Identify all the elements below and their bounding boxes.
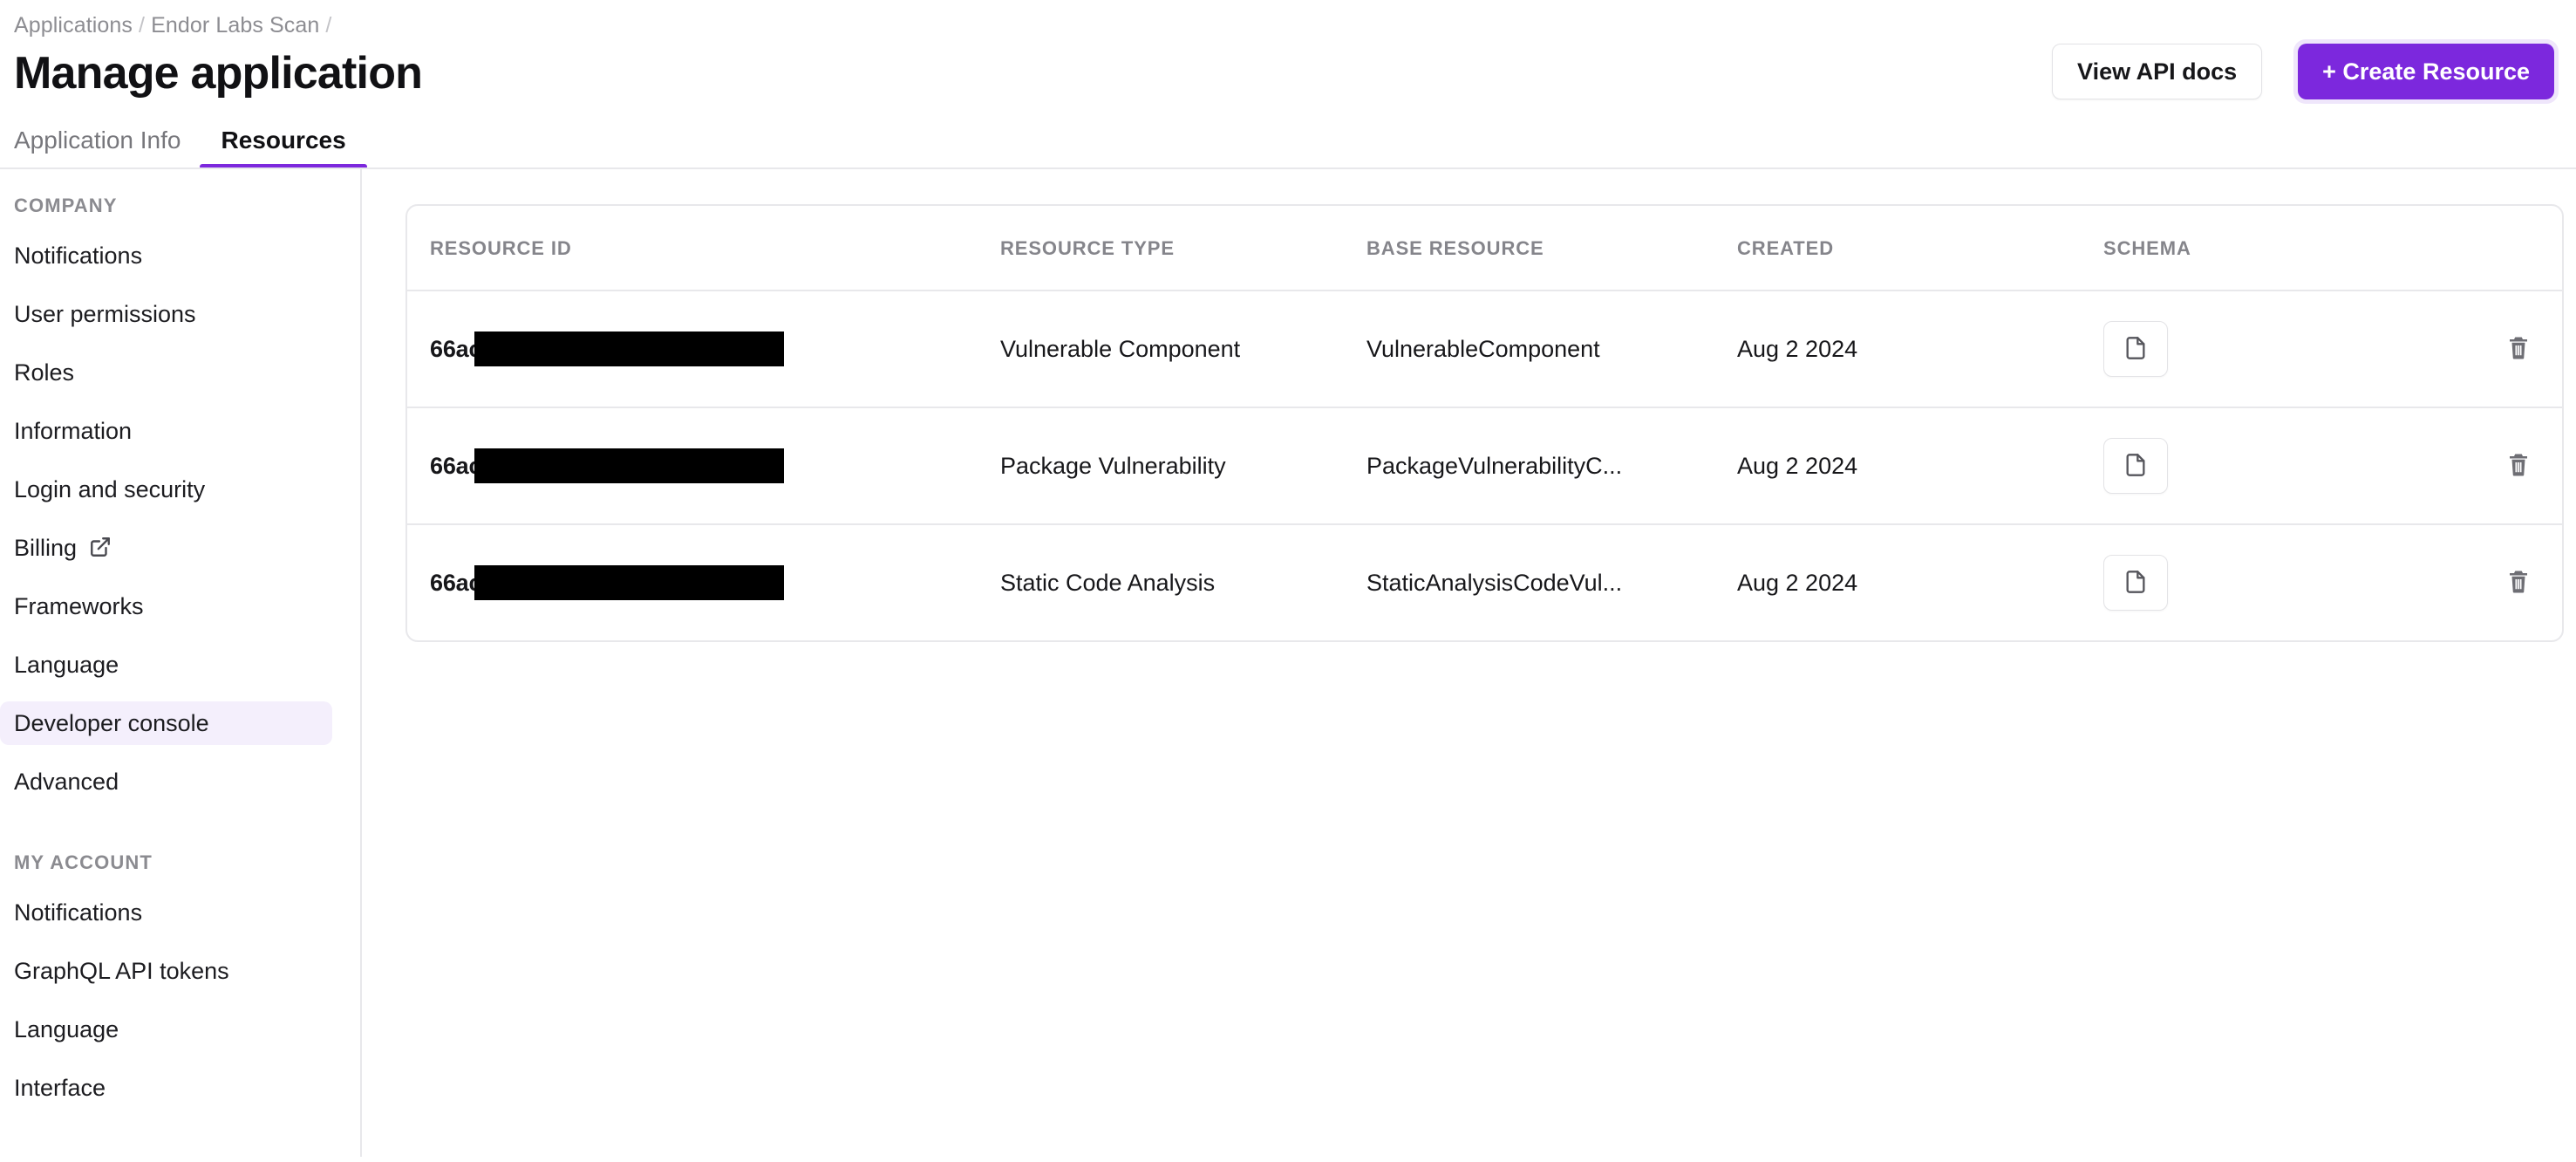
- breadcrumb-separator-trailing: /: [325, 13, 332, 38]
- resources-table: RESOURCE ID RESOURCE TYPE BASE RESOURCE …: [407, 206, 2562, 640]
- table-row[interactable]: 66ac Vulnerable Component VulnerableComp…: [407, 290, 2562, 408]
- table-row[interactable]: 66ac Package Vulnerability PackageVulner…: [407, 407, 2562, 525]
- tab-bar-divider: [0, 167, 2576, 169]
- sidebar-item-label: GraphQL API tokens: [14, 958, 229, 984]
- resources-table-body: 66ac Vulnerable Component VulnerableComp…: [407, 290, 2562, 640]
- column-header-base-resource: BASE RESOURCE: [1366, 206, 1737, 291]
- resource-id-value: 66ac: [430, 565, 1000, 600]
- sidebar-item-billing[interactable]: Billing: [0, 526, 332, 570]
- sidebar-item-advanced[interactable]: Advanced: [0, 760, 332, 803]
- sidebar-item-language[interactable]: Language: [0, 643, 332, 687]
- resource-id-redaction-bar: [474, 332, 785, 366]
- resource-id-redaction-bar: [474, 565, 785, 600]
- resource-id-redaction-bar: [474, 448, 785, 483]
- sidebar-item-login-and-security[interactable]: Login and security: [0, 468, 332, 511]
- delete-resource-button[interactable]: [2494, 558, 2543, 607]
- main-content: RESOURCE ID RESOURCE TYPE BASE RESOURCE …: [362, 169, 2576, 1157]
- sidebar-item-label: Frameworks: [14, 593, 144, 619]
- document-icon: [2123, 570, 2148, 597]
- column-header-resource-type: RESOURCE TYPE: [1000, 206, 1366, 291]
- sidebar-item-notifications[interactable]: Notifications: [0, 234, 332, 277]
- cell-resource-id: 66ac: [407, 407, 1000, 525]
- cell-resource-id: 66ac: [407, 524, 1000, 640]
- table-header-row: RESOURCE ID RESOURCE TYPE BASE RESOURCE …: [407, 206, 2562, 291]
- table-row[interactable]: 66ac Static Code Analysis StaticAnalysis…: [407, 524, 2562, 640]
- cell-actions: [2417, 290, 2562, 408]
- sidebar-item-label: Language: [14, 652, 119, 678]
- sidebar-item-label: Notifications: [14, 243, 143, 269]
- sidebar-item-label: User permissions: [14, 301, 196, 327]
- view-schema-button[interactable]: [2103, 438, 2168, 494]
- cell-resource-type: Static Code Analysis: [1000, 569, 1216, 596]
- cell-base-resource: VulnerableComponent: [1366, 290, 1737, 408]
- sidebar-section-label-company: COMPANY: [14, 195, 118, 216]
- breadcrumb-item-endor-labs-scan[interactable]: Endor Labs Scan: [151, 13, 319, 38]
- breadcrumb: Applications / Endor Labs Scan /: [14, 12, 2576, 38]
- cell-actions: [2417, 407, 2562, 525]
- breadcrumb-separator: /: [139, 13, 146, 38]
- cell-schema: [2103, 290, 2417, 408]
- cell-resource-type: Vulnerable Component: [1000, 290, 1366, 408]
- cell-base-resource: PackageVulnerabilityC...: [1366, 407, 1737, 525]
- sidebar-item-label: Login and security: [14, 476, 206, 502]
- sidebar-item-label: Language: [14, 1016, 119, 1042]
- trash-icon: [2505, 452, 2532, 481]
- cell-created: Aug 2 2024: [1737, 407, 2103, 525]
- view-schema-button[interactable]: [2103, 555, 2168, 611]
- cell-created: Aug 2 2024: [1737, 290, 2103, 408]
- sidebar-item-frameworks[interactable]: Frameworks: [0, 584, 332, 628]
- sidebar-item-graphql-api-tokens[interactable]: GraphQL API tokens: [0, 949, 332, 993]
- cell-resource-id: 66ac: [407, 290, 1000, 408]
- settings-sidebar: COMPANY Notifications User permissions R…: [0, 169, 362, 1157]
- sidebar-item-information[interactable]: Information: [0, 409, 332, 453]
- sidebar-item-user-permissions[interactable]: User permissions: [0, 292, 332, 336]
- resources-table-head: RESOURCE ID RESOURCE TYPE BASE RESOURCE …: [407, 206, 2562, 291]
- sidebar-item-developer-console[interactable]: Developer console: [0, 701, 332, 745]
- sidebar-item-interface[interactable]: Interface: [0, 1066, 332, 1110]
- cell-created: Aug 2 2024: [1737, 569, 1858, 596]
- page-header: Applications / Endor Labs Scan / Manage app…: [0, 0, 2576, 104]
- manage-application-page: Applications / Endor Labs Scan / Manage app…: [0, 0, 2576, 1162]
- resource-id-value: 66ac: [430, 332, 1000, 366]
- trash-icon: [2505, 335, 2532, 364]
- sidebar-section-label-my-account: MY ACCOUNT: [14, 851, 153, 873]
- column-header-resource-id: RESOURCE ID: [407, 206, 1000, 291]
- header-actions: View API docs + Create Resource: [2052, 39, 2559, 104]
- view-api-docs-button[interactable]: View API docs: [2052, 44, 2263, 99]
- sidebar-item-label: Developer console: [14, 710, 209, 736]
- sidebar-item-label: Notifications: [14, 899, 143, 926]
- column-header-schema: SCHEMA: [2103, 206, 2417, 291]
- view-schema-button[interactable]: [2103, 321, 2168, 377]
- cell-schema: [2103, 407, 2417, 525]
- sidebar-item-account-language[interactable]: Language: [0, 1008, 332, 1051]
- trash-icon: [2505, 569, 2532, 598]
- resources-table-card: RESOURCE ID RESOURCE TYPE BASE RESOURCE …: [405, 204, 2564, 642]
- breadcrumb-item-applications[interactable]: Applications: [14, 13, 133, 38]
- cell-base-resource: StaticAnalysisCodeVul...: [1366, 569, 1623, 596]
- sidebar-item-label: Information: [14, 418, 133, 444]
- create-resource-button[interactable]: + Create Resource: [2298, 44, 2554, 99]
- document-icon: [2123, 453, 2148, 480]
- delete-resource-button[interactable]: [2494, 325, 2543, 373]
- tab-bar: Application Info Resources: [0, 119, 2576, 169]
- sidebar-item-label: Billing: [14, 535, 78, 561]
- delete-resource-button[interactable]: [2494, 441, 2543, 490]
- column-header-created: CREATED: [1737, 206, 2103, 291]
- cell-schema: [2103, 524, 2417, 640]
- sidebar-item-label: Roles: [14, 359, 75, 386]
- sidebar-item-roles[interactable]: Roles: [0, 351, 332, 394]
- create-resource-button-focus-ring: + Create Resource: [2293, 39, 2559, 104]
- page-body: COMPANY Notifications User permissions R…: [0, 169, 2576, 1157]
- resource-id-value: 66ac: [430, 448, 1000, 483]
- sidebar-item-label: Advanced: [14, 769, 119, 795]
- tab-resources[interactable]: Resources: [200, 126, 367, 169]
- tab-application-info[interactable]: Application Info: [14, 126, 200, 169]
- sidebar-item-label: Interface: [14, 1075, 106, 1101]
- external-link-icon: [89, 536, 112, 558]
- sidebar-item-account-notifications[interactable]: Notifications: [0, 891, 332, 934]
- column-header-actions: [2417, 206, 2562, 291]
- cell-actions: [2417, 524, 2562, 640]
- cell-resource-type: Package Vulnerability: [1000, 407, 1366, 525]
- document-icon: [2123, 336, 2148, 363]
